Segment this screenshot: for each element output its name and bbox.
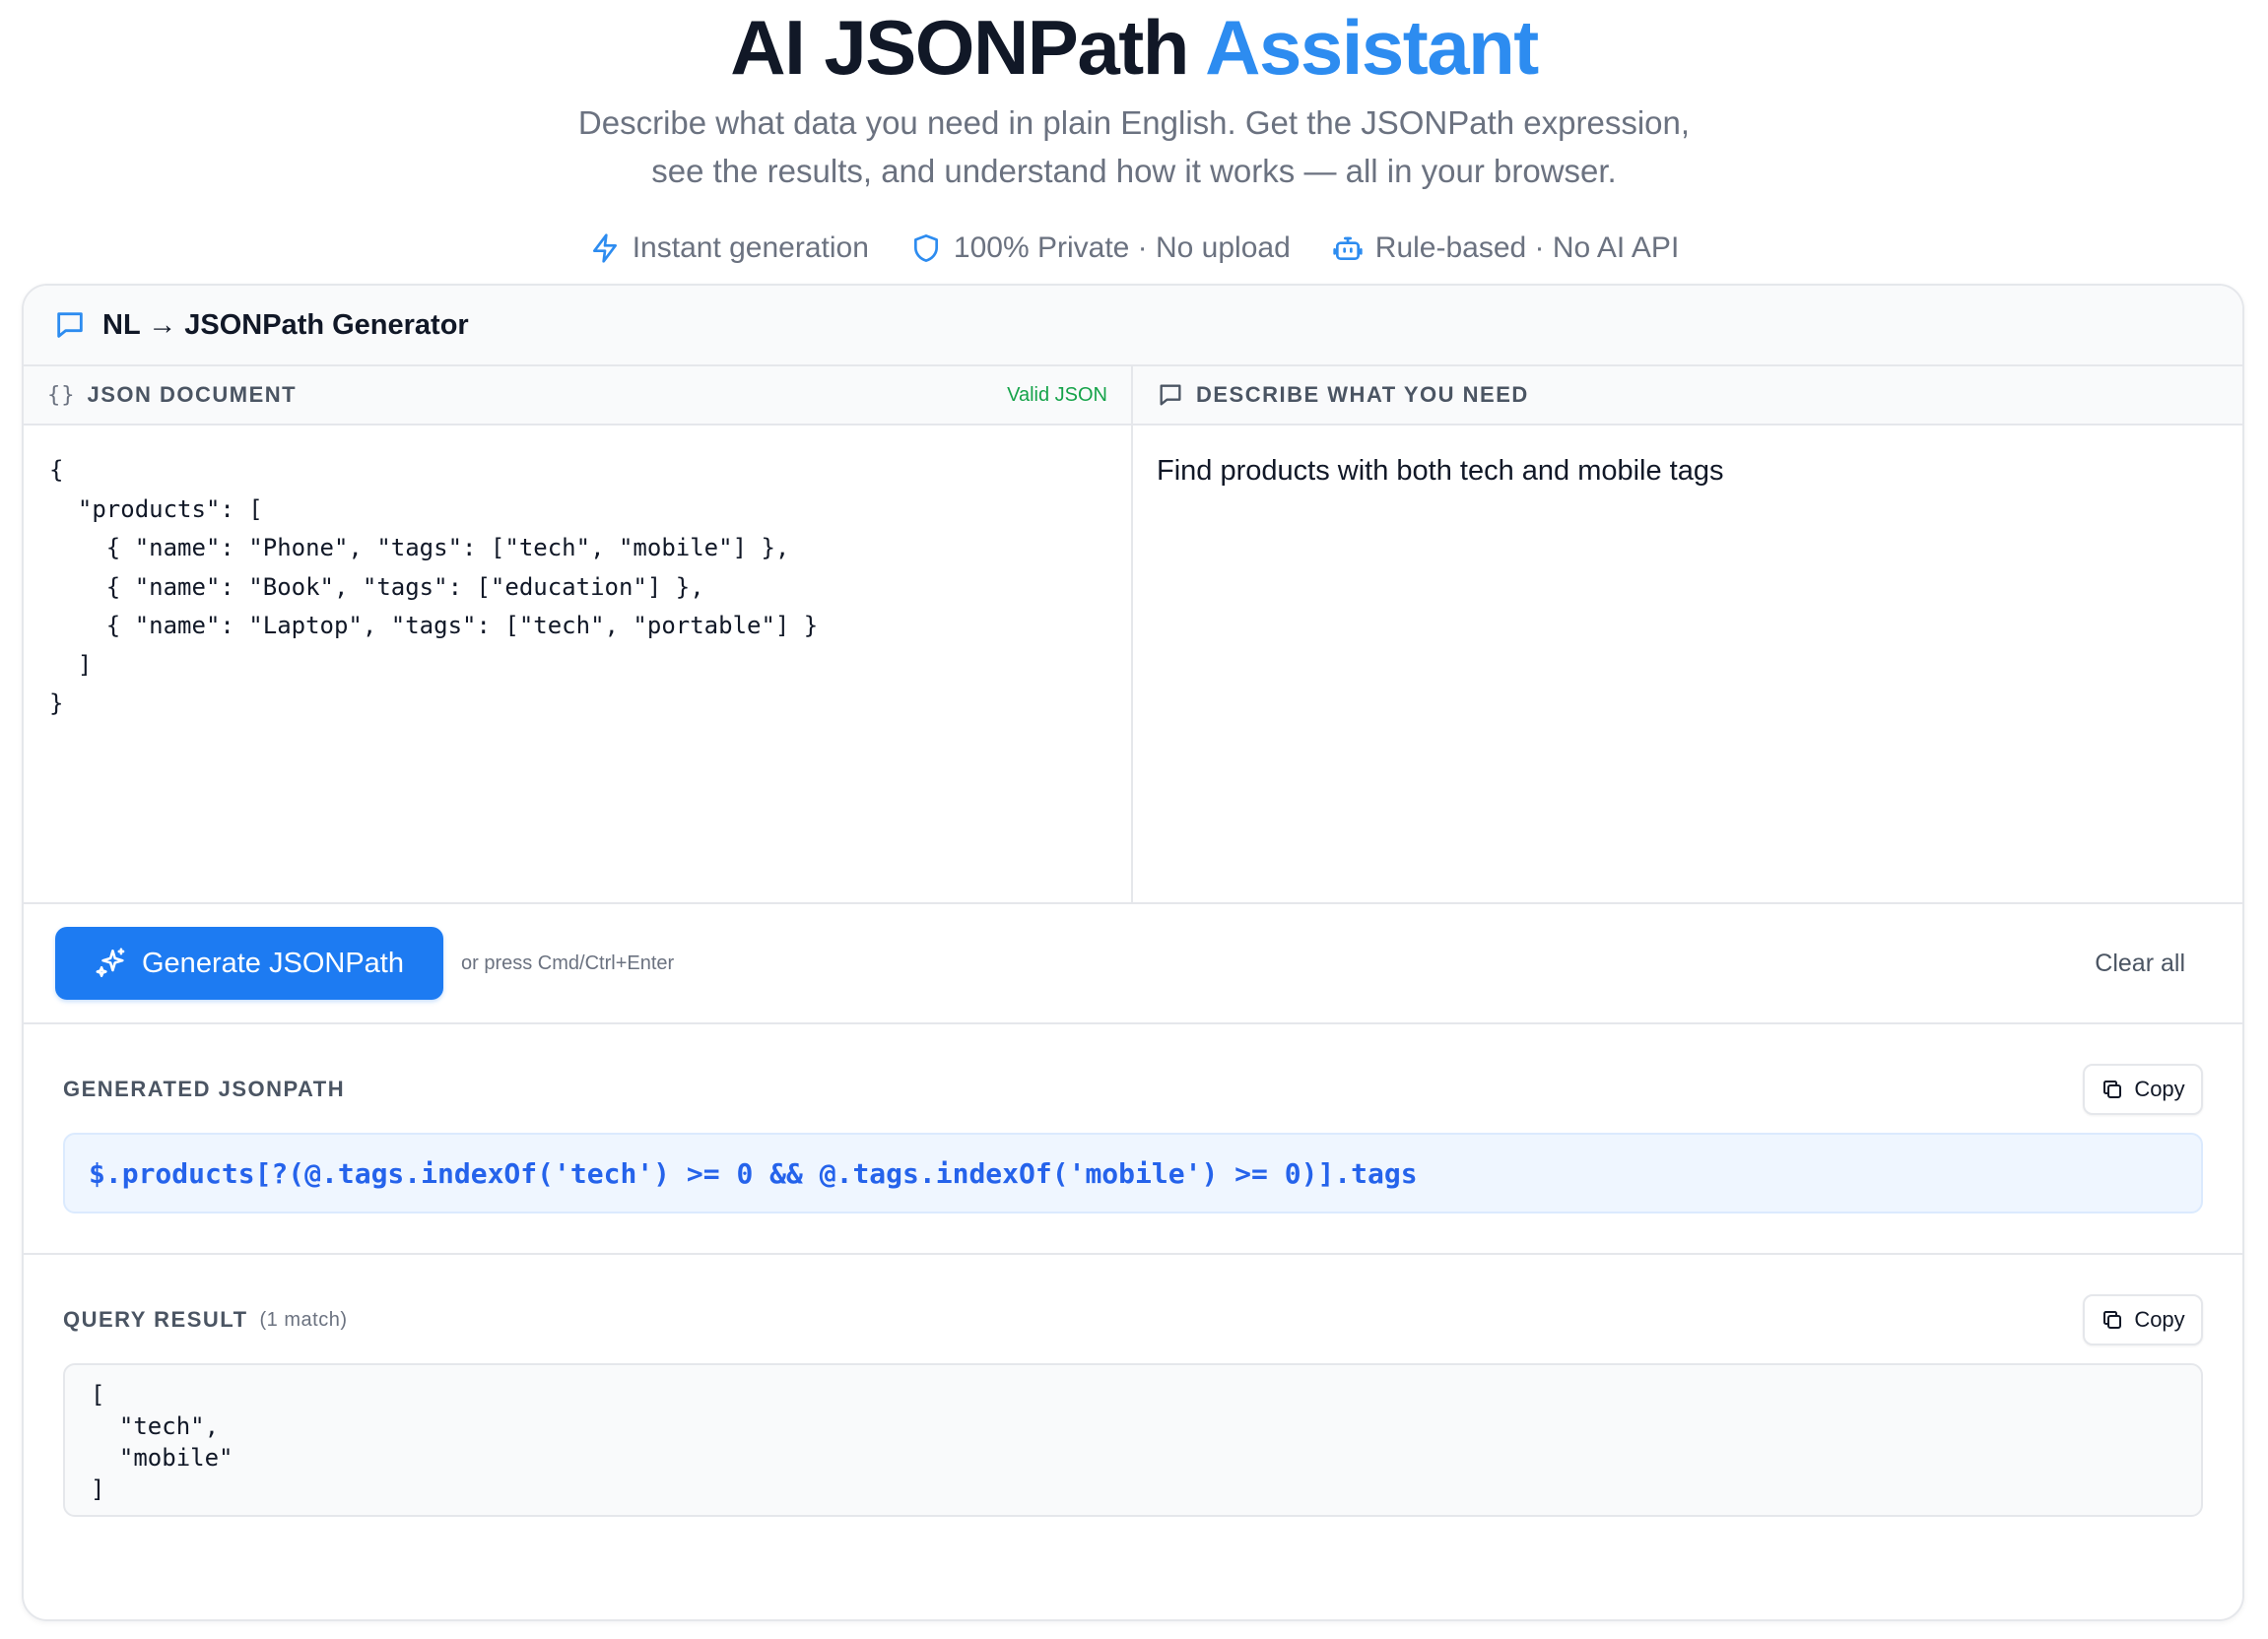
copy-icon (2103, 1081, 2122, 1098)
sparkles-icon (96, 948, 125, 978)
json-pane: {} JSON DOCUMENT Valid JSON { "products"… (24, 366, 1133, 902)
feature-list: Instant generation 100% Private · No upl… (0, 227, 2268, 270)
chat-bubble-icon (1160, 384, 1181, 406)
feature-label: Rule-based · No AI API (1374, 231, 1680, 264)
json-valid-status: Valid JSON (1007, 383, 1107, 406)
action-bar: Generate JSONPath or press Cmd/Ctrl+Ente… (24, 904, 2242, 1024)
query-result[interactable]: [ "tech", "mobile" ] (63, 1363, 2203, 1517)
copy-jsonpath-button[interactable]: Copy (2083, 1064, 2203, 1115)
page-title: AI JSONPath Assistant (0, 4, 2268, 91)
jsonpath-expression[interactable]: $.products[?(@.tags.indexOf('tech') >= 0… (63, 1133, 2203, 1213)
shield-icon (913, 234, 938, 262)
robot-icon (1333, 236, 1363, 260)
prompt-pane-header: DESCRIBE WHAT YOU NEED (1133, 366, 2242, 426)
prompt-pane-label: DESCRIBE WHAT YOU NEED (1196, 382, 1529, 407)
copy-icon (2103, 1311, 2122, 1329)
json-editor[interactable]: { "products": [ { "name": "Phone", "tags… (24, 426, 1131, 750)
prompt-input[interactable]: Find products with both tech and mobile … (1133, 426, 2242, 516)
match-count: (1 match) (259, 1308, 348, 1331)
subtitle-line-1: Describe what data you need in plain Eng… (577, 104, 1691, 141)
result-label: QUERY RESULT (63, 1307, 248, 1332)
generated-label: GENERATED JSONPATH (63, 1077, 346, 1101)
keyboard-hint: or press Cmd/Ctrl+Enter (461, 951, 675, 974)
feature-label: 100% Private · No upload (953, 231, 1291, 264)
generator-card: NL → JSONPath Generator {} JSON DOCUMENT… (22, 284, 2244, 1621)
editor-panes: {} JSON DOCUMENT Valid JSON { "products"… (24, 366, 2242, 904)
card-title: NL → JSONPath Generator (102, 308, 469, 341)
generated-section: GENERATED JSONPATH Copy $.products[?(@.t… (24, 1024, 2242, 1255)
generated-header: GENERATED JSONPATH Copy (63, 1062, 2203, 1117)
page-subtitle: Describe what data you need in plain Eng… (0, 98, 2268, 195)
generate-button[interactable]: Generate JSONPath (55, 927, 443, 1000)
result-section: QUERY RESULT (1 match) Copy [ "tech", "m… (24, 1255, 2242, 1619)
prompt-pane: DESCRIBE WHAT YOU NEED Find products wit… (1133, 366, 2242, 902)
title-accent: Assistant (1205, 4, 1539, 91)
page: AI JSONPath Assistant Describe what data… (0, 0, 2268, 1639)
copy-label: Copy (2134, 1077, 2185, 1101)
card-header: NL → JSONPath Generator (24, 286, 2242, 366)
clear-all-button[interactable]: Clear all (2095, 950, 2185, 978)
subtitle-line-2: see the results, and understand how it w… (651, 153, 1617, 189)
copy-label: Copy (2134, 1307, 2185, 1332)
feature-rule-based: Rule-based · No AI API (1332, 231, 1680, 265)
generate-button-label: Generate JSONPath (142, 947, 404, 979)
chat-bubble-icon (57, 312, 83, 338)
result-header: QUERY RESULT (1 match) Copy (63, 1292, 2203, 1347)
feature-private: 100% Private · No upload (910, 231, 1291, 265)
copy-result-button[interactable]: Copy (2083, 1294, 2203, 1345)
feature-instant: Instant generation (589, 231, 869, 265)
lightning-icon (592, 233, 617, 263)
braces-icon: {} (47, 382, 76, 408)
json-pane-label: JSON DOCUMENT (87, 382, 298, 407)
title-main: AI JSONPath (730, 4, 1206, 91)
json-pane-header: {} JSON DOCUMENT Valid JSON (24, 366, 1131, 426)
feature-label: Instant generation (632, 231, 869, 264)
